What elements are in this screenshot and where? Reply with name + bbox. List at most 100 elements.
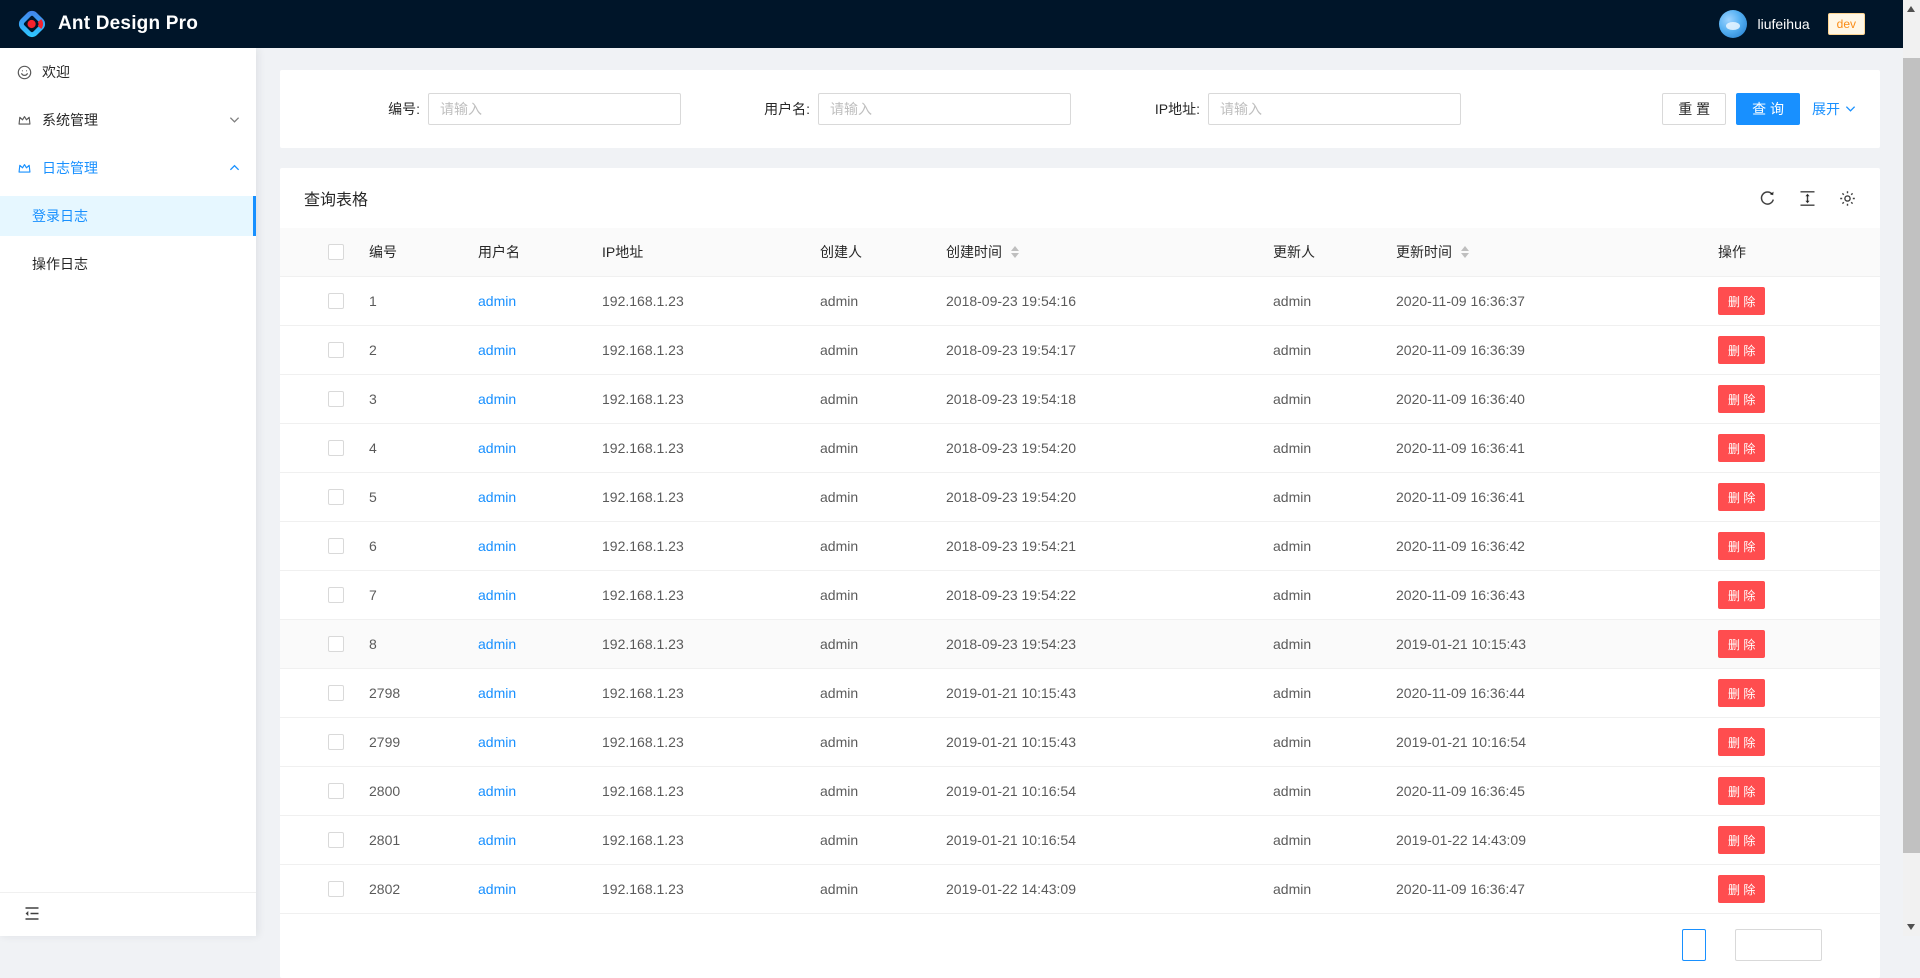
delete-button[interactable]: 删 除 [1718,532,1765,560]
user-avatar[interactable] [1719,10,1747,38]
row-checkbox[interactable] [328,881,344,897]
delete-button[interactable]: 删 除 [1718,728,1765,756]
cell-created: 2018-09-23 19:54:22 [946,587,1273,603]
caret-sorter-icon[interactable] [1011,246,1019,258]
delete-button[interactable]: 删 除 [1718,679,1765,707]
delete-button[interactable]: 删 除 [1718,777,1765,805]
sidebar-item-login-log[interactable]: 登录日志 [0,196,256,236]
username-link[interactable]: admin [478,783,516,799]
username-link[interactable]: admin [478,636,516,652]
row-checkbox[interactable] [328,636,344,652]
pagination-current-page[interactable] [1682,929,1706,961]
row-checkbox[interactable] [328,489,344,505]
username-link[interactable]: admin [478,293,516,309]
username-link[interactable]: admin [478,832,516,848]
row-checkbox[interactable] [328,538,344,554]
page-scrollbar[interactable] [1903,0,1920,936]
column-header-username: 用户名 [478,242,602,262]
row-checkbox[interactable] [328,783,344,799]
row-checkbox[interactable] [328,587,344,603]
cell-creator: admin [820,293,946,309]
row-checkbox[interactable] [328,685,344,701]
pagination-size-select[interactable] [1735,929,1822,961]
chevron-down-icon [229,116,240,124]
select-all-checkbox[interactable] [328,244,344,260]
username-link[interactable]: admin [478,685,516,701]
username-link[interactable]: admin [478,538,516,554]
delete-button[interactable]: 删 除 [1718,826,1765,854]
search-form: 编号: 用户名: IP地址: 重 置 查 询 展开 [280,70,1880,148]
delete-button[interactable]: 删 除 [1718,385,1765,413]
row-checkbox[interactable] [328,832,344,848]
cell-updated: 2020-11-09 16:36:42 [1396,538,1718,554]
username-link[interactable]: admin [478,734,516,750]
username-input[interactable] [818,93,1071,125]
delete-button[interactable]: 删 除 [1718,336,1765,364]
cell-updater: admin [1273,489,1396,505]
field-label: 编号: [304,99,420,119]
username-link[interactable]: admin [478,440,516,456]
cell-updated: 2020-11-09 16:36:41 [1396,489,1718,505]
ip-input[interactable] [1208,93,1461,125]
logo-area[interactable]: Ant Design Pro [16,8,198,40]
delete-button[interactable]: 删 除 [1718,483,1765,511]
sidebar-item-welcome[interactable]: 欢迎 [0,52,256,92]
column-header-updated[interactable]: 更新时间 [1396,242,1452,262]
scrollbar-up-arrow[interactable] [1907,6,1915,12]
expand-link[interactable]: 展开 [1812,99,1856,119]
delete-button[interactable]: 删 除 [1718,287,1765,315]
expand-label: 展开 [1812,99,1840,119]
sidebar-footer [0,892,256,936]
row-checkbox[interactable] [328,391,344,407]
delete-button[interactable]: 删 除 [1718,630,1765,658]
reset-button[interactable]: 重 置 [1662,93,1726,125]
cell-ip: 192.168.1.23 [602,293,820,309]
form-item-ip: IP地址: [1084,93,1461,125]
cell-created: 2018-09-23 19:54:20 [946,489,1273,505]
table-title: 查询表格 [304,186,368,210]
scrollbar-down-arrow[interactable] [1907,924,1915,930]
row-checkbox[interactable] [328,342,344,358]
cell-ip: 192.168.1.23 [602,734,820,750]
username-link[interactable]: admin [478,391,516,407]
smile-icon [16,64,32,80]
cell-updater: admin [1273,342,1396,358]
table-header-row: 编号 用户名 IP地址 创建人 创建时间 更新人 更新时间 操作 [280,228,1880,277]
column-header-actions: 操作 [1718,242,1880,262]
table-row: 6 admin 192.168.1.23 admin 2018-09-23 19… [280,522,1880,571]
cell-creator: admin [820,587,946,603]
reload-icon[interactable] [1759,190,1776,207]
app-logo-icon [16,8,48,40]
cell-created: 2019-01-21 10:15:43 [946,685,1273,701]
row-checkbox[interactable] [328,440,344,456]
username-link[interactable]: admin [478,881,516,897]
sidebar-item-system-management[interactable]: 系统管理 [0,100,256,140]
cell-creator: admin [820,440,946,456]
scrollbar-thumb[interactable] [1903,58,1920,853]
row-checkbox[interactable] [328,293,344,309]
column-height-icon[interactable] [1799,190,1816,207]
cell-username: admin [478,881,602,897]
setting-icon[interactable] [1839,190,1856,207]
cell-ip: 192.168.1.23 [602,440,820,456]
username-link[interactable]: admin [478,342,516,358]
delete-button[interactable]: 删 除 [1718,875,1765,903]
cell-username: admin [478,538,602,554]
cell-creator: admin [820,342,946,358]
caret-sorter-icon[interactable] [1461,246,1469,258]
column-header-created[interactable]: 创建时间 [946,242,1002,262]
user-name[interactable]: liufeihua [1757,16,1809,32]
id-input[interactable] [428,93,681,125]
cell-username: admin [478,783,602,799]
sidebar-item-log-management[interactable]: 日志管理 [0,148,256,188]
query-button[interactable]: 查 询 [1736,93,1800,125]
delete-button[interactable]: 删 除 [1718,581,1765,609]
delete-button[interactable]: 删 除 [1718,434,1765,462]
username-link[interactable]: admin [478,489,516,505]
sidebar-item-operation-log[interactable]: 操作日志 [0,244,256,284]
menu-fold-icon[interactable] [24,906,41,923]
username-link[interactable]: admin [478,587,516,603]
row-checkbox[interactable] [328,734,344,750]
cell-ip: 192.168.1.23 [602,538,820,554]
form-item-username: 用户名: [694,93,1071,125]
